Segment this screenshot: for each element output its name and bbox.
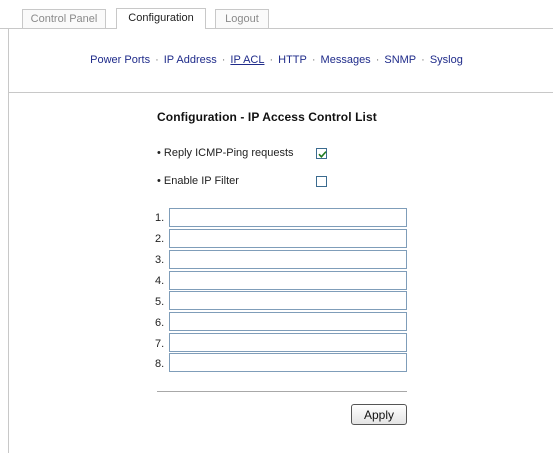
acl-row-label: 2.: [155, 233, 165, 245]
section-divider: [8, 92, 553, 93]
subnav-ip-acl[interactable]: IP ACL: [230, 54, 264, 66]
acl-row-label: 4.: [155, 275, 165, 287]
reply-icmp-label: • Reply ICMP-Ping requests: [157, 147, 294, 159]
page-title: Configuration - IP Access Control List: [157, 110, 377, 124]
checkmark-icon: [318, 151, 327, 158]
acl-ip-input-5[interactable]: [169, 291, 407, 310]
acl-row-label: 1.: [155, 212, 165, 224]
subnav-separator: ·: [269, 54, 274, 66]
tab-logout[interactable]: Logout: [215, 9, 269, 28]
acl-row-label: 8.: [155, 358, 165, 370]
acl-row-label: 3.: [155, 254, 165, 266]
form-divider: [157, 391, 407, 392]
enable-filter-label: • Enable IP Filter: [157, 175, 239, 187]
config-subnav: Power Ports · IP Address · IP ACL · HTTP · Messa…: [0, 54, 553, 66]
subnav-separator: ·: [311, 54, 316, 66]
tab-control-panel[interactable]: Control Panel: [22, 9, 106, 28]
subnav-snmp[interactable]: SNMP: [384, 54, 416, 66]
acl-ip-input-3[interactable]: [169, 250, 407, 269]
acl-ip-input-1[interactable]: [169, 208, 407, 227]
subnav-separator: ·: [155, 54, 159, 66]
subnav-http[interactable]: HTTP: [278, 54, 307, 66]
tab-divider: [0, 28, 553, 29]
subnav-separator: ·: [375, 54, 380, 66]
subnav-syslog[interactable]: Syslog: [430, 54, 463, 66]
subnav-messages[interactable]: Messages: [321, 54, 371, 66]
acl-ip-input-4[interactable]: [169, 271, 407, 290]
tab-bar: Control Panel Configuration Logout: [0, 0, 553, 29]
apply-button[interactable]: Apply: [351, 404, 407, 425]
acl-ip-input-7[interactable]: [169, 333, 407, 352]
acl-ip-input-2[interactable]: [169, 229, 407, 248]
acl-row-label: 6.: [155, 317, 165, 329]
acl-row-label: 7.: [155, 338, 165, 350]
subnav-separator: ·: [421, 54, 425, 66]
acl-ip-input-6[interactable]: [169, 312, 407, 331]
enable-filter-checkbox[interactable]: [316, 176, 327, 187]
acl-ip-input-8[interactable]: [169, 353, 407, 372]
acl-row-label: 5.: [155, 296, 165, 308]
reply-icmp-checkbox[interactable]: [316, 148, 327, 159]
subnav-power-ports[interactable]: Power Ports: [90, 54, 150, 66]
subnav-separator: ·: [221, 54, 226, 66]
subnav-ip-address[interactable]: IP Address: [164, 54, 217, 66]
tab-configuration[interactable]: Configuration: [116, 8, 206, 29]
